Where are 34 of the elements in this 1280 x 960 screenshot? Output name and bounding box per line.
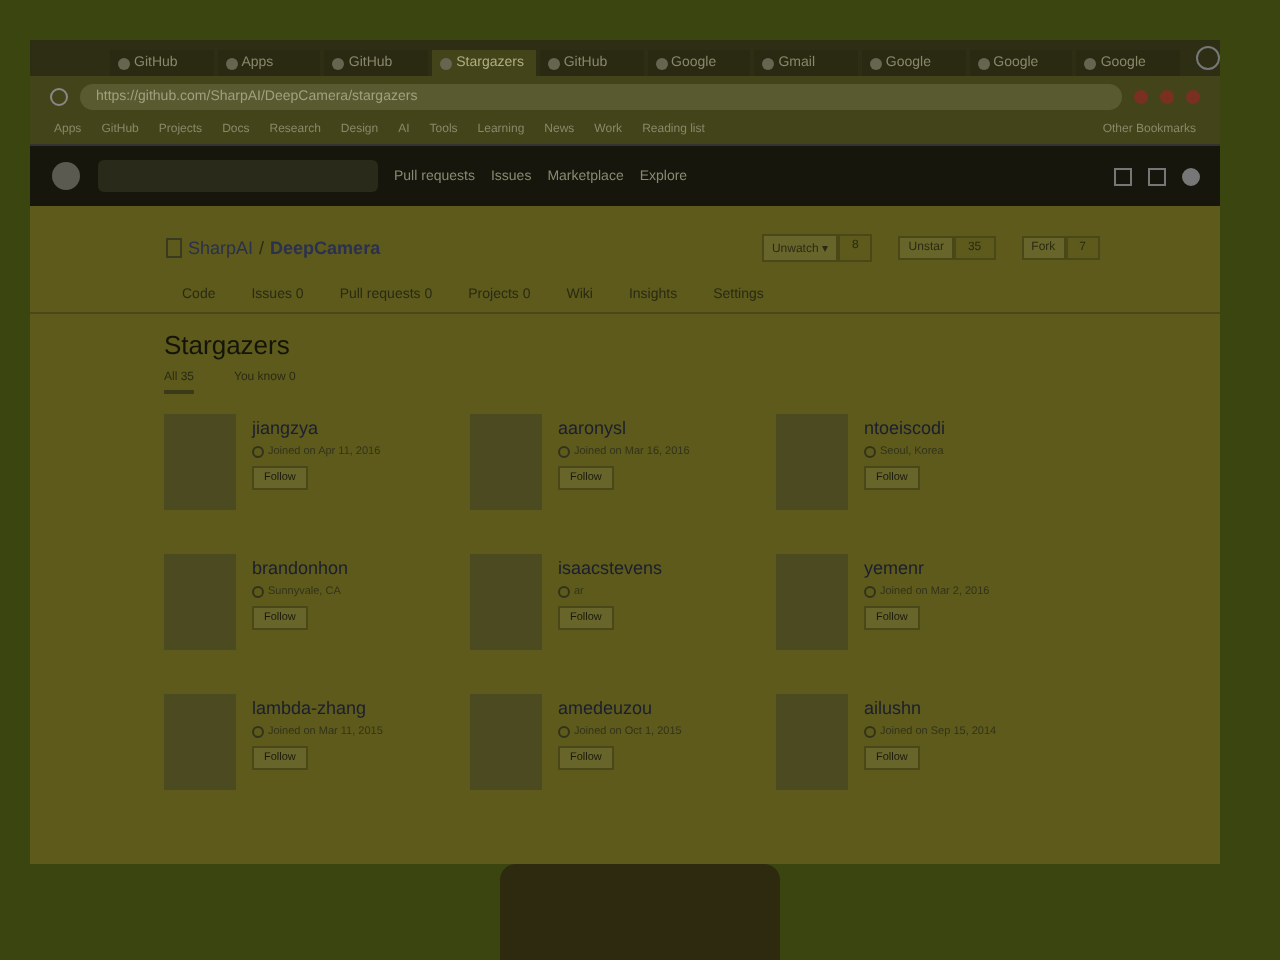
- username-link[interactable]: yemenr: [864, 558, 990, 578]
- clock-icon: [558, 586, 570, 598]
- username-link[interactable]: jiangzya: [252, 418, 381, 438]
- reload-icon[interactable]: [50, 87, 68, 105]
- favicon-icon: [869, 57, 882, 69]
- favicon-icon: [547, 57, 560, 69]
- username-link[interactable]: amedeuzou: [558, 698, 682, 718]
- favicon-icon: [118, 57, 130, 69]
- favicon-icon: [762, 57, 775, 69]
- favicon-icon: [977, 57, 990, 69]
- username-link[interactable]: aaronysl: [558, 418, 690, 438]
- username-link[interactable]: ntoeiscodi: [864, 418, 946, 438]
- path-separator: /: [259, 238, 265, 258]
- page-heading: Stargazers: [164, 330, 292, 360]
- clock-icon: [558, 446, 570, 458]
- favicon-icon: [1084, 57, 1097, 69]
- clock-icon: [252, 446, 264, 458]
- avatar-icon[interactable]: [1182, 167, 1200, 185]
- clock-icon: [864, 446, 876, 458]
- repo-icon: [166, 238, 182, 258]
- clock-icon: [252, 586, 264, 598]
- favicon-icon: [440, 57, 453, 69]
- clock-icon: [252, 726, 264, 738]
- username-link[interactable]: brandonhon: [252, 558, 349, 578]
- favicon-icon: [332, 57, 345, 69]
- new-tab-icon[interactable]: [1196, 46, 1220, 70]
- username-link[interactable]: lambda-zhang: [252, 698, 383, 718]
- favicon-icon: [655, 57, 668, 69]
- username-link[interactable]: ailushn: [864, 698, 997, 718]
- clock-icon: [558, 726, 570, 738]
- clock-icon: [864, 586, 876, 598]
- favicon-icon: [225, 57, 238, 69]
- clock-icon: [864, 726, 876, 738]
- username-link[interactable]: isaacstevens: [558, 558, 663, 578]
